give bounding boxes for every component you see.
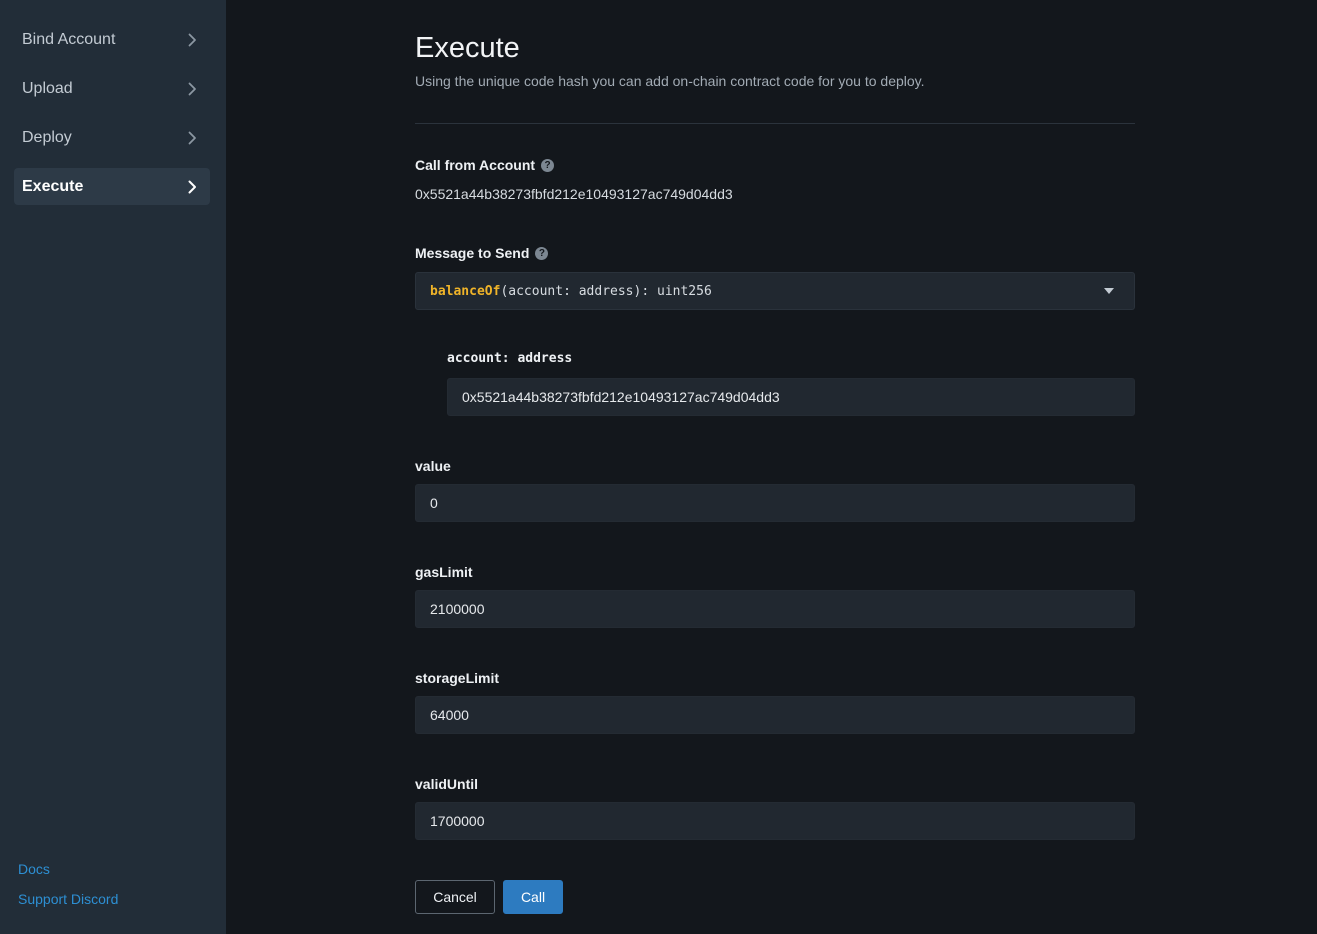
support-discord-link[interactable]: Support Discord — [18, 891, 118, 907]
help-icon[interactable]: ? — [541, 158, 555, 172]
caret-down-icon — [1104, 288, 1114, 294]
call-button[interactable]: Call — [503, 880, 563, 914]
sidebar: Bind Account Upload Deploy Execute Docs … — [0, 0, 226, 934]
message-to-send-label: Message to Send ? — [415, 245, 549, 261]
call-from-account-value: 0x5521a44b38273fbfd212e10493127ac749d04d… — [415, 186, 733, 202]
call-from-account-label: Call from Account ? — [415, 157, 555, 173]
help-icon[interactable]: ? — [535, 246, 549, 260]
sidebar-item-deploy[interactable]: Deploy — [14, 119, 210, 156]
sidebar-item-label: Deploy — [22, 128, 72, 146]
message-select[interactable]: balanceOf (account: address): uint256 — [415, 272, 1135, 310]
sidebar-item-label: Execute — [22, 177, 84, 195]
page-title: Execute — [415, 32, 520, 64]
chevron-right-icon — [186, 130, 198, 146]
gas-limit-label: gasLimit — [415, 564, 473, 580]
chevron-right-icon — [186, 179, 198, 195]
sidebar-item-bind-account[interactable]: Bind Account — [14, 21, 210, 58]
cancel-button[interactable]: Cancel — [415, 880, 495, 914]
param-account-input[interactable] — [447, 378, 1135, 416]
storage-limit-input[interactable] — [415, 696, 1135, 734]
value-input[interactable] — [415, 484, 1135, 522]
sidebar-item-upload[interactable]: Upload — [14, 70, 210, 107]
value-label: value — [415, 458, 451, 474]
function-signature: (account: address): uint256 — [500, 283, 712, 299]
message-to-send-label-text: Message to Send — [415, 245, 530, 261]
page-subtitle: Using the unique code hash you can add o… — [415, 73, 925, 89]
sidebar-item-execute[interactable]: Execute — [14, 168, 210, 205]
call-from-account-label-text: Call from Account — [415, 157, 536, 173]
storage-limit-label: storageLimit — [415, 670, 500, 686]
docs-link[interactable]: Docs — [18, 861, 50, 877]
gas-limit-input[interactable] — [415, 590, 1135, 628]
function-name: balanceOf — [430, 283, 501, 299]
param-account-label: account: address — [447, 351, 573, 366]
valid-until-input[interactable] — [415, 802, 1135, 840]
sidebar-item-label: Bind Account — [22, 30, 116, 48]
sidebar-item-label: Upload — [22, 79, 73, 97]
chevron-right-icon — [186, 32, 198, 48]
divider — [415, 123, 1135, 124]
chevron-right-icon — [186, 81, 198, 97]
valid-until-label: validUntil — [415, 776, 479, 792]
